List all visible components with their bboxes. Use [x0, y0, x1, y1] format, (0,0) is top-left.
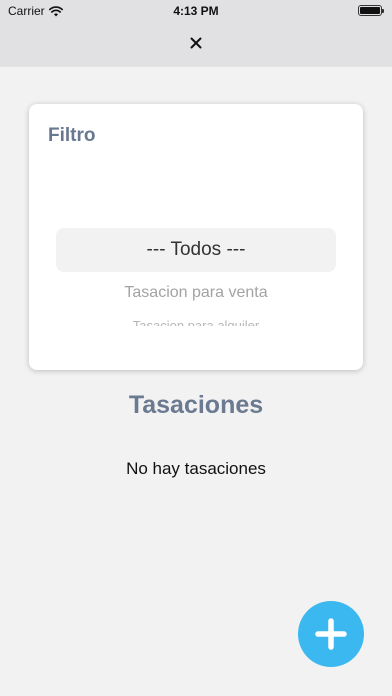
screen: Carrier 4:13 PM Filtro --- Todos --- Tas…	[0, 0, 392, 696]
top-bar: Carrier 4:13 PM	[0, 0, 392, 67]
filter-card: Filtro --- Todos --- Tasacion para venta…	[29, 104, 363, 370]
add-button[interactable]	[298, 601, 364, 667]
filter-title: Filtro	[48, 125, 96, 146]
status-time: 4:13 PM	[173, 4, 219, 18]
picker-option[interactable]: Tasacion para venta	[56, 284, 336, 302]
battery-icon	[358, 5, 384, 16]
section-title: Tasaciones	[128, 391, 264, 419]
plus-icon	[315, 618, 347, 650]
picker-selected-option[interactable]: --- Todos ---	[56, 228, 336, 272]
empty-state-message: No hay tasaciones	[126, 459, 266, 478]
filter-picker[interactable]: --- Todos --- Tasacion para venta Tasaci…	[56, 228, 336, 368]
close-button[interactable]	[184, 32, 208, 54]
status-bar: Carrier 4:13 PM	[0, 0, 392, 22]
close-icon	[190, 37, 202, 49]
picker-option[interactable]: Tasacion para alquiler	[56, 316, 336, 326]
